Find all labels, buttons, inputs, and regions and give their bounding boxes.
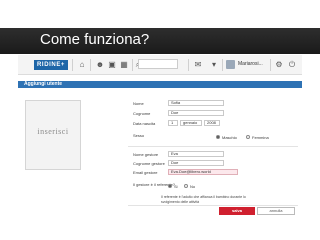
cognome-gestore-field[interactable]: Doe bbox=[168, 160, 224, 166]
sesso-femmina-radio[interactable] bbox=[246, 135, 250, 139]
cancel-button[interactable]: annulla bbox=[257, 207, 295, 215]
form-divider bbox=[128, 146, 298, 147]
sesso-maschio-label: Maschio bbox=[222, 135, 237, 140]
nav-separator bbox=[90, 59, 91, 71]
save-button[interactable]: salva bbox=[219, 207, 255, 215]
search-input[interactable] bbox=[138, 59, 178, 69]
data-nascita-label: Data nascita bbox=[133, 121, 156, 126]
cognome-label: Cognome bbox=[133, 111, 151, 116]
cognome-field[interactable]: Doe bbox=[168, 110, 224, 116]
grid-icon[interactable]: ▦ bbox=[118, 59, 130, 71]
referente-no-radio[interactable] bbox=[184, 184, 188, 188]
slide-title: Come funziona? bbox=[40, 31, 150, 48]
email-gestore-label: Email gestore bbox=[133, 170, 158, 175]
home-icon[interactable]: ⌂ bbox=[76, 59, 88, 71]
anno-select[interactable]: 2008 bbox=[204, 120, 220, 126]
nome-field[interactable]: Sofia bbox=[168, 100, 224, 106]
giorno-select[interactable]: 1 bbox=[168, 120, 178, 126]
referente-si-label: Si bbox=[174, 184, 178, 189]
top-navigation-bar: RIDINE+ ⌂ ☻ ▣ ▦ ⌕ ✉ ▾ Mariarosi... ⚙ ⏻ bbox=[18, 55, 302, 75]
nome-gestore-field[interactable]: Eva bbox=[168, 151, 224, 157]
slide: Come funziona? RIDINE+ ⌂ ☻ ▣ ▦ ⌕ ✉ ▾ Mar… bbox=[0, 0, 320, 240]
section-title: Aggiungi utente bbox=[24, 81, 63, 87]
referente-note: Il referente è l'adulto che affianca il … bbox=[161, 195, 246, 204]
mese-select[interactable]: gennaio bbox=[180, 120, 202, 126]
nome-label: Nome bbox=[133, 101, 144, 106]
nav-separator bbox=[72, 59, 73, 71]
photo-placeholder-text: inserisci bbox=[37, 127, 69, 136]
notification-icon[interactable]: ▾ bbox=[208, 59, 220, 71]
app-logo[interactable]: RIDINE+ bbox=[34, 60, 69, 70]
email-gestore-field[interactable]: Eva.Doe@libero.world bbox=[168, 169, 238, 175]
power-icon[interactable]: ⏻ bbox=[286, 59, 298, 71]
nome-gestore-label: Nome gestore bbox=[133, 152, 159, 157]
referente-si-radio[interactable] bbox=[168, 184, 172, 188]
settings-icon[interactable]: ⚙ bbox=[273, 59, 285, 71]
nav-separator bbox=[270, 59, 271, 71]
app-screenshot: RIDINE+ ⌂ ☻ ▣ ▦ ⌕ ✉ ▾ Mariarosi... ⚙ ⏻ A… bbox=[18, 55, 302, 235]
nav-separator bbox=[222, 59, 223, 71]
buttons-divider bbox=[128, 205, 298, 206]
image-icon[interactable]: ▣ bbox=[106, 59, 118, 71]
mail-icon[interactable]: ✉ bbox=[192, 59, 204, 71]
sesso-femmina-label: Femmina bbox=[252, 135, 269, 140]
sesso-maschio-radio[interactable] bbox=[216, 135, 220, 139]
cognome-gestore-label: Cognome gestore bbox=[133, 161, 165, 166]
user-avatar[interactable] bbox=[226, 60, 235, 69]
people-icon[interactable]: ☻ bbox=[94, 59, 106, 71]
referente-no-label: No bbox=[190, 184, 196, 189]
nav-separator bbox=[188, 59, 189, 71]
sesso-label: Sesso bbox=[133, 133, 145, 138]
user-name[interactable]: Mariarosi... bbox=[238, 61, 263, 67]
